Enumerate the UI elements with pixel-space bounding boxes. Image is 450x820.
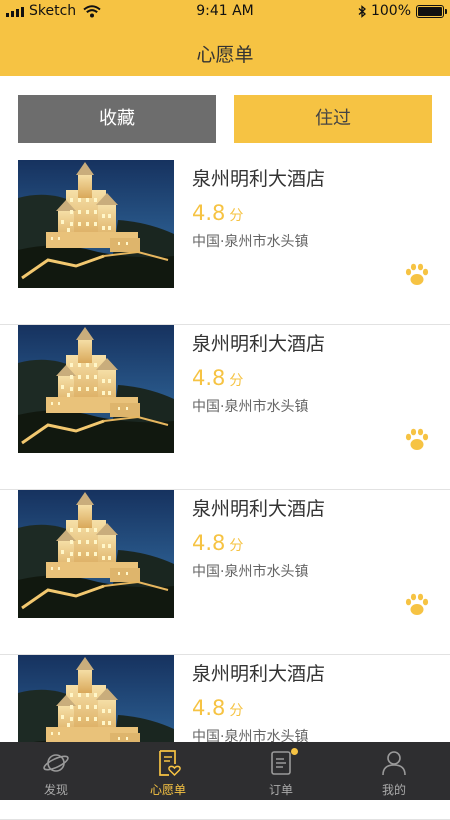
hotel-rating: 4.8 分 xyxy=(192,366,243,390)
page-title: 心愿单 xyxy=(196,44,254,66)
tab-bar-mine[interactable]: 我的 xyxy=(338,742,450,800)
order-icon xyxy=(271,751,291,775)
rating-unit: 分 xyxy=(229,538,244,554)
hotel-location: 中国·泉州市水头镇 xyxy=(192,564,309,580)
paw-icon[interactable] xyxy=(404,427,430,453)
battery-label: 100% xyxy=(370,3,411,19)
status-bar: Sketch 9:41 AM 100% xyxy=(0,0,450,24)
tab-bar-label: 心愿单 xyxy=(149,783,186,797)
hotel-name: 泉州明利大酒店 xyxy=(192,498,326,520)
rating-unit: 分 xyxy=(229,703,244,719)
hotel-name: 泉州明利大酒店 xyxy=(192,168,326,190)
hotel-list-item[interactable]: 泉州明利大酒店 4.8 分 中国·泉州市水头镇 xyxy=(0,160,450,325)
hotel-list-item[interactable]: 泉州明利大酒店 4.8 分 中国·泉州市水头镇 xyxy=(0,490,450,655)
rating-value: 4.8 xyxy=(192,366,226,390)
paw-icon[interactable] xyxy=(404,262,430,288)
rating-value: 4.8 xyxy=(192,201,226,225)
paw-icon[interactable] xyxy=(404,592,430,618)
hotel-list-item[interactable]: 泉州明利大酒店 4.8 分 中国·泉州市水头镇 xyxy=(0,325,450,490)
tab-bar-orders[interactable]: 订单 xyxy=(225,742,337,800)
hotel-name: 泉州明利大酒店 xyxy=(192,333,326,355)
hotel-location: 中国·泉州市水头镇 xyxy=(192,399,309,415)
hotel-rating: 4.8 分 xyxy=(192,696,243,720)
person-icon xyxy=(382,751,406,776)
header-bar: Sketch 9:41 AM 100% 心愿单 xyxy=(0,0,450,76)
hotel-name: 泉州明利大酒店 xyxy=(192,663,326,685)
hotel-location: 中国·泉州市水头镇 xyxy=(192,234,309,250)
tab-stayed[interactable]: 住过 xyxy=(234,95,432,143)
rating-value: 4.8 xyxy=(192,696,226,720)
tab-favorites[interactable]: 收藏 xyxy=(18,95,216,143)
rating-unit: 分 xyxy=(229,373,244,389)
hotel-rating: 4.8 分 xyxy=(192,201,243,225)
hotel-list: 泉州明利大酒店 4.8 分 中国·泉州市水头镇 泉州明利大酒店 4.8 分 中国… xyxy=(0,160,450,820)
planet-icon xyxy=(43,754,69,772)
tab-bar-discover[interactable]: 发现 xyxy=(0,742,112,800)
segment-tabs: 收藏 住过 xyxy=(18,95,432,143)
tab-bar-wishlist[interactable]: 心愿单 xyxy=(112,742,224,800)
wishlist-icon xyxy=(159,750,181,777)
rating-unit: 分 xyxy=(229,208,244,224)
hotel-photo xyxy=(18,160,174,288)
hotel-rating: 4.8 分 xyxy=(192,531,243,555)
battery-icon xyxy=(416,4,447,18)
tab-bar-label: 订单 xyxy=(268,783,293,797)
rating-value: 4.8 xyxy=(192,531,226,555)
hotel-photo xyxy=(18,325,174,453)
tab-bar-label: 我的 xyxy=(381,783,406,797)
hotel-photo xyxy=(18,490,174,618)
tab-bar-label: 发现 xyxy=(43,783,68,797)
order-badge-dot xyxy=(291,748,298,755)
bluetooth-icon xyxy=(358,4,366,18)
bottom-tab-bar: 发现 心愿单 订单 我的 xyxy=(0,742,450,800)
